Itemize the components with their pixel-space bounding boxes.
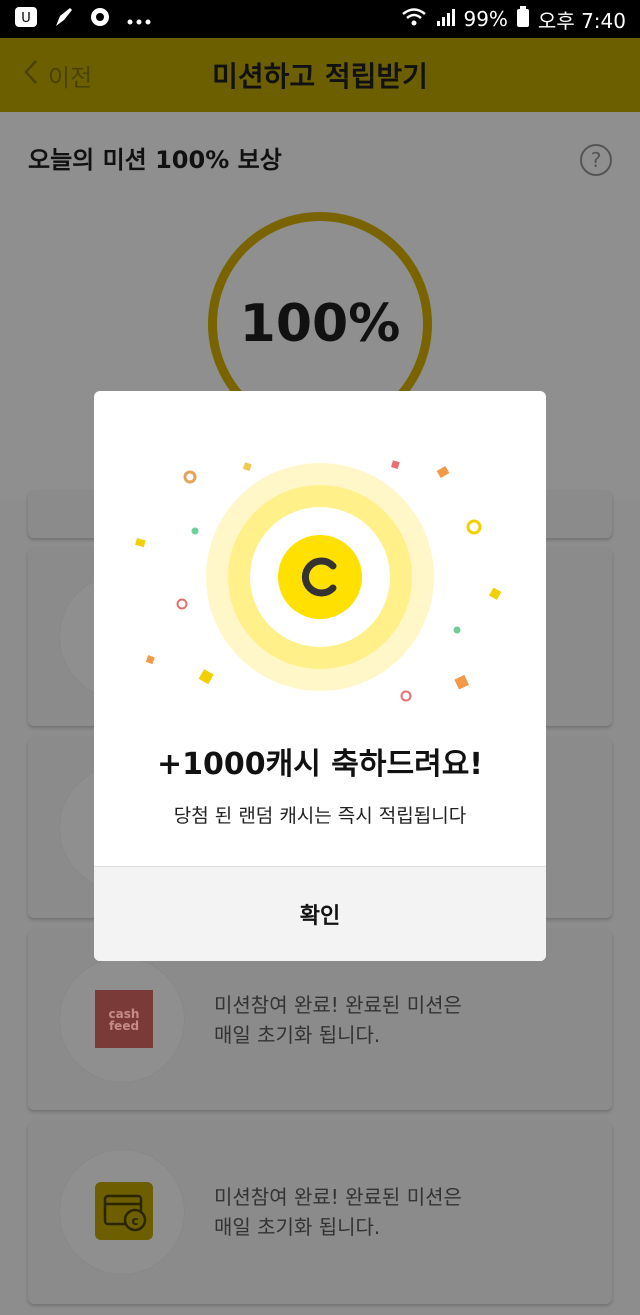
chevron-left-icon bbox=[24, 59, 38, 91]
svg-text:U: U bbox=[21, 11, 31, 26]
clock: 오후 7:40 bbox=[537, 8, 626, 33]
more-dots-icon bbox=[126, 7, 152, 31]
mission-message-line1: 미션참여 완료! 완료된 미션은 bbox=[214, 1185, 462, 1209]
svg-text:c: c bbox=[131, 1214, 138, 1228]
gear-icon bbox=[88, 5, 112, 34]
mission-message-line2: 매일 초기화 됩니다. bbox=[214, 1215, 381, 1239]
reward-dialog: +1000캐시 축하드려요! 당첨 된 랜덤 캐시는 즉시 적립됩니다 확인 bbox=[94, 391, 546, 961]
mission-message: 미션참여 완료! 완료된 미션은 매일 초기화 됩니다. bbox=[214, 1182, 462, 1242]
wallet-coin-icon: c bbox=[95, 1182, 153, 1240]
reward-subtext: 당첨 된 랜덤 캐시는 즉시 적립됩니다 bbox=[173, 805, 467, 827]
mission-message-line1: 미션참여 완료! 완료된 미션은 bbox=[214, 993, 462, 1017]
reward-headline: +1000캐시 축하드려요! bbox=[157, 747, 483, 782]
app-icon: U bbox=[14, 6, 38, 33]
coin-icon bbox=[278, 535, 362, 619]
header: 이전 미션하고 적립받기 bbox=[0, 38, 640, 112]
celebration-illustration bbox=[94, 391, 546, 731]
wifi-icon bbox=[401, 7, 427, 32]
signal-icon bbox=[435, 7, 456, 32]
mission-message-line2: 매일 초기화 됩니다. bbox=[214, 1023, 381, 1047]
back-button[interactable]: 이전 bbox=[24, 38, 92, 112]
status-bar: U 99% 오후 7:40 bbox=[0, 0, 640, 38]
mission-message: 미션참여 완료! 완료된 미션은 매일 초기화 됩니다. bbox=[214, 990, 462, 1050]
battery-icon bbox=[516, 5, 530, 33]
cashfeed-logo: cash feed bbox=[95, 990, 153, 1048]
page-title: 미션하고 적립받기 bbox=[212, 60, 428, 93]
back-label: 이전 bbox=[48, 63, 93, 92]
help-icon[interactable]: ? bbox=[580, 144, 612, 176]
battery-percent: 99% bbox=[463, 7, 508, 31]
confirm-button[interactable]: 확인 bbox=[94, 866, 546, 961]
pen-icon bbox=[52, 6, 74, 33]
mission-card[interactable]: c 미션참여 완료! 완료된 미션은 매일 초기화 됩니다. bbox=[28, 1122, 612, 1304]
reward-title: 오늘의 미션 100% 보상 bbox=[28, 146, 282, 174]
